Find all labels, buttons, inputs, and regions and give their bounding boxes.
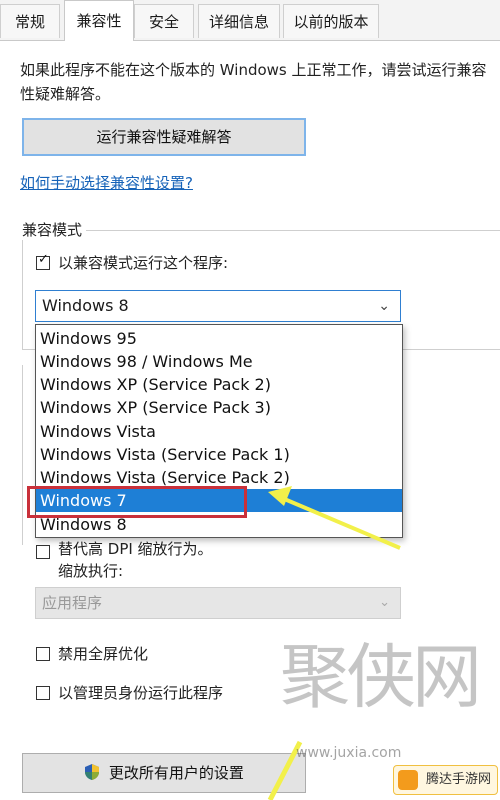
option-windows-xp-sp3[interactable]: Windows XP (Service Pack 3) xyxy=(36,396,402,419)
compat-mode-checkbox[interactable]: ✓ xyxy=(36,252,50,270)
option-windows-98-me[interactable]: Windows 98 / Windows Me xyxy=(36,350,402,373)
watermark-badge: 腾达手游网 xyxy=(393,765,498,795)
watermark-url: www.juxia.com xyxy=(296,745,402,761)
badge-logo-icon xyxy=(398,770,418,790)
intro-text: 如果此程序不能在这个版本的 Windows 上正常工作，请尝试运行兼容性疑难解答… xyxy=(20,61,487,103)
troubleshoot-button[interactable]: 运行兼容性疑难解答 xyxy=(22,118,306,156)
tab-bar: 常规 兼容性 安全 详细信息 以前的版本 xyxy=(0,0,500,41)
option-windows-xp-sp2[interactable]: Windows XP (Service Pack 2) xyxy=(36,373,402,396)
option-windows-vista-sp1[interactable]: Windows Vista (Service Pack 1) xyxy=(36,443,402,466)
tab-details[interactable]: 详细信息 xyxy=(198,4,280,38)
change-all-users-button[interactable]: 更改所有用户的设置 xyxy=(22,753,306,793)
uac-shield-icon xyxy=(85,764,100,780)
settings-group-border xyxy=(22,365,35,545)
fullscreen-opt-checkbox[interactable] xyxy=(36,647,50,661)
watermark-badge-text: 腾达手游网 xyxy=(425,772,491,787)
fullscreen-opt-label: 禁用全屏优化 xyxy=(58,645,149,663)
option-windows-95[interactable]: Windows 95 xyxy=(36,327,402,350)
scaling-label: 缩放执行: xyxy=(58,562,124,580)
option-windows-vista[interactable]: Windows Vista xyxy=(36,420,402,443)
tab-general[interactable]: 常规 xyxy=(0,4,60,38)
compat-os-selected-value: Windows 8 xyxy=(42,296,129,315)
scaling-selected-value: 应用程序 xyxy=(42,594,103,612)
watermark-logo: 聚侠网 xyxy=(280,636,482,718)
compat-os-select[interactable]: Windows 8 ⌄ xyxy=(35,290,401,322)
checkmark-icon: ✓ xyxy=(38,252,49,267)
scaling-select[interactable]: 应用程序 ⌄ xyxy=(35,587,401,619)
annotation-highlight-box xyxy=(27,486,247,518)
compat-mode-title: 兼容模式 xyxy=(18,219,87,240)
tab-compatibility[interactable]: 兼容性 xyxy=(64,0,134,41)
dpi-override-checkbox[interactable] xyxy=(36,545,50,559)
chevron-down-icon: ⌄ xyxy=(378,298,390,314)
tab-previous-versions[interactable]: 以前的版本 xyxy=(283,4,379,38)
dpi-override-label: 替代高 DPI 缩放行为。 xyxy=(58,540,213,558)
chevron-down-icon: ⌄ xyxy=(379,595,390,610)
run-as-admin-checkbox[interactable] xyxy=(36,686,50,700)
run-as-admin-label: 以管理员身份运行此程序 xyxy=(58,684,224,702)
tab-security[interactable]: 安全 xyxy=(134,4,194,38)
compat-mode-checkbox-label: 以兼容模式运行这个程序: xyxy=(58,254,229,272)
change-all-users-label: 更改所有用户的设置 xyxy=(108,764,244,782)
help-link[interactable]: 如何手动选择兼容性设置? xyxy=(20,172,193,193)
